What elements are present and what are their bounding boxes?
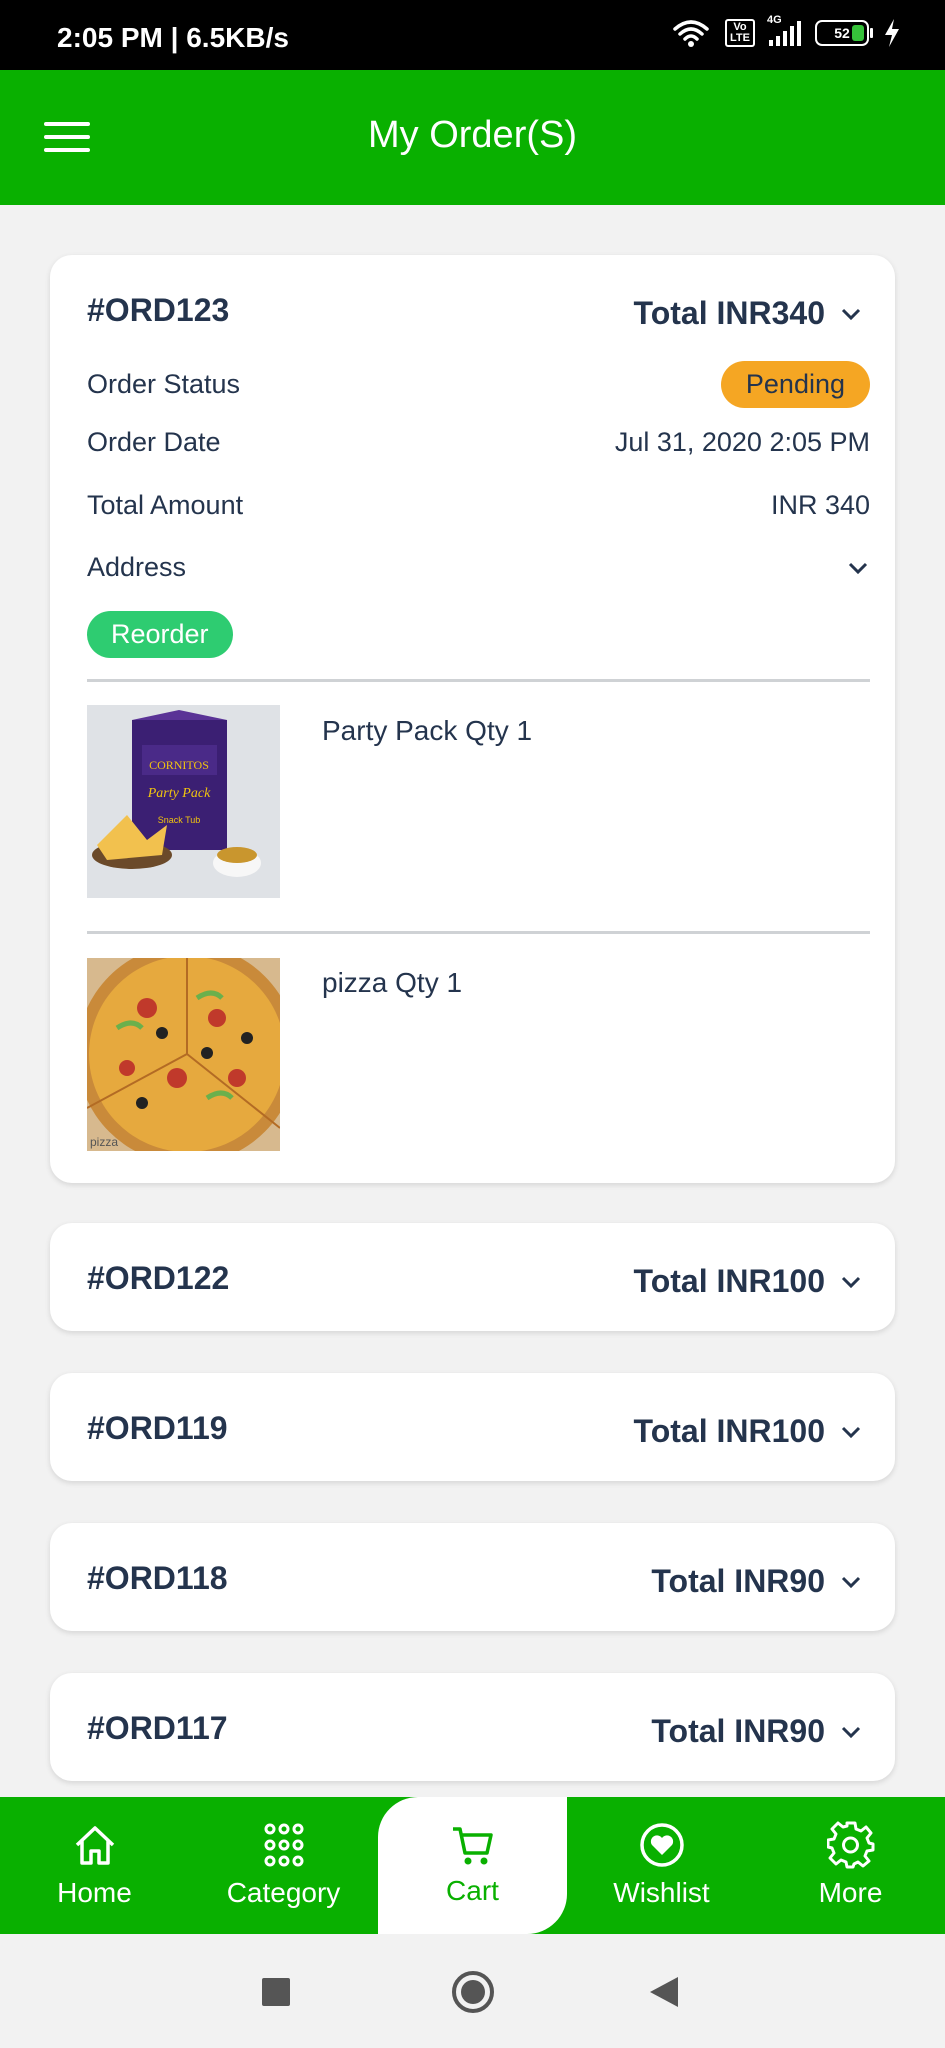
total-amount-value: INR 340: [770, 490, 870, 520]
image-product-text: Party Pack: [147, 786, 211, 801]
gear-icon: [826, 1821, 874, 1869]
bottom-nav: Home Category Cart Wishlist More: [0, 1797, 945, 1934]
chevron-down-icon[interactable]: [846, 556, 870, 580]
chevron-down-icon: [841, 1426, 861, 1438]
image-brand-text: CORNITOS: [149, 758, 209, 772]
order-status-row: Order Status Pending: [87, 361, 870, 408]
signal-icon: 4G: [767, 14, 801, 46]
chevron-down-icon: [841, 1576, 861, 1588]
order-total-toggle[interactable]: Total INR340: [634, 295, 863, 332]
network-type-label: 4G: [767, 14, 782, 26]
status-bar: 2:05 PM | 6.5KB/s Vo LTE 4G 52: [0, 0, 945, 70]
home-button[interactable]: [450, 1969, 496, 2015]
order-id: #ORD119: [87, 1410, 228, 1446]
nav-label: Wishlist: [613, 1877, 710, 1908]
nav-cart[interactable]: Cart: [378, 1797, 567, 1934]
total-amount-label: Total Amount: [87, 490, 244, 520]
chevron-down-icon: [841, 1726, 861, 1738]
app-bar: My Order(S): [0, 70, 945, 205]
order-id: #ORD123: [87, 292, 230, 328]
order-total-toggle[interactable]: Total INR90: [651, 1713, 863, 1750]
order-total: Total INR340: [633, 295, 825, 331]
address-row[interactable]: Address: [87, 552, 870, 583]
image-sub-text: Snack Tub: [158, 815, 201, 825]
home-icon: [75, 1826, 114, 1865]
chevron-down-icon: [841, 1276, 861, 1288]
order-card[interactable]: #ORD118 Total INR90: [50, 1523, 895, 1631]
status-icons: Vo LTE 4G 52: [671, 14, 901, 48]
order-id: #ORD117: [87, 1710, 228, 1746]
nav-more[interactable]: More: [756, 1797, 945, 1934]
nav-label: Home: [57, 1877, 132, 1908]
party-pack-image: CORNITOS Party Pack Snack Tub: [87, 705, 280, 898]
order-date-label: Order Date: [87, 427, 221, 457]
address-label: Address: [87, 552, 187, 582]
nav-category[interactable]: Category: [189, 1797, 378, 1934]
order-status-label: Order Status: [87, 369, 241, 399]
volte-icon: Vo LTE: [725, 19, 755, 47]
grid-icon: [264, 1823, 303, 1867]
battery-icon: 52: [815, 20, 873, 46]
nav-label: More: [818, 1877, 883, 1908]
cart-icon: [452, 1827, 493, 1865]
order-id: #ORD122: [87, 1260, 230, 1296]
order-card-expanded: #ORD123 Total INR340 Order Status Pendin…: [50, 255, 895, 1183]
heart-icon: [639, 1823, 684, 1867]
divider: [87, 679, 870, 682]
order-total-toggle[interactable]: Total INR100: [634, 1413, 863, 1450]
reorder-button[interactable]: Reorder: [87, 611, 233, 658]
order-card[interactable]: #ORD117 Total INR90: [50, 1673, 895, 1781]
item-name: Party Pack Qty 1: [322, 715, 533, 746]
image-caption-text: pizza: [90, 1135, 118, 1149]
order-id: #ORD118: [87, 1560, 228, 1596]
divider: [87, 931, 870, 934]
order-date-row: Order Date Jul 31, 2020 2:05 PM: [87, 427, 870, 458]
order-total-toggle[interactable]: Total INR90: [651, 1563, 863, 1600]
system-nav-bar: [0, 1934, 945, 2048]
status-badge: Pending: [720, 361, 870, 408]
page-title: My Order(S): [368, 114, 577, 156]
nav-label: Cart: [446, 1875, 499, 1906]
wifi-icon: [673, 20, 709, 47]
chevron-down-icon: [841, 308, 861, 320]
battery-level: 52: [834, 25, 850, 41]
item-name: pizza Qty 1: [322, 967, 463, 998]
order-total: Total INR100: [633, 1263, 825, 1299]
nav-wishlist[interactable]: Wishlist: [567, 1797, 756, 1934]
recents-button[interactable]: [262, 1978, 290, 2006]
pizza-image: pizza: [87, 958, 280, 1151]
status-time: 2:05 PM | 6.5KB/s: [57, 22, 289, 53]
order-card[interactable]: #ORD119 Total INR100: [50, 1373, 895, 1481]
order-total: Total INR90: [651, 1563, 825, 1599]
order-date-value: Jul 31, 2020 2:05 PM: [614, 427, 870, 457]
order-card[interactable]: #ORD122 Total INR100: [50, 1223, 895, 1331]
charging-icon: [885, 19, 899, 47]
order-total-toggle[interactable]: Total INR100: [634, 1263, 863, 1300]
total-amount-row: Total Amount INR 340: [87, 490, 870, 521]
order-total: Total INR90: [651, 1713, 825, 1749]
nav-home[interactable]: Home: [0, 1797, 189, 1934]
nav-label: Category: [226, 1877, 341, 1908]
order-total: Total INR100: [633, 1413, 825, 1449]
back-button[interactable]: [648, 1975, 680, 2009]
